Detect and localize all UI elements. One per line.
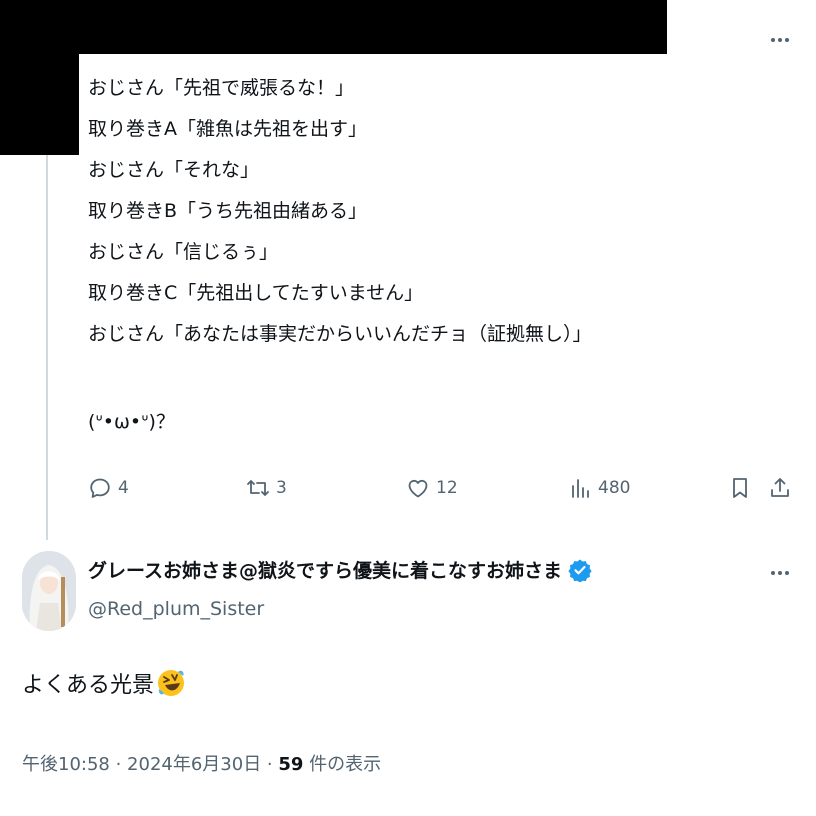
tweet-line: 取り巻きA「雑魚は先祖を出す」 <box>88 118 367 140</box>
redaction-bar-left <box>0 54 79 155</box>
share-button[interactable] <box>768 470 792 506</box>
tweet-body: おじさん「先祖で威張るな！」 取り巻きA「雑魚は先祖を出す」 おじさん「それな」… <box>88 68 592 355</box>
view-suffix: 件の表示 <box>303 754 382 775</box>
reply-more-options-button[interactable] <box>768 563 792 583</box>
tweet-actions: 4 3 12 480 <box>88 470 796 506</box>
retweet-count: 3 <box>276 478 287 498</box>
retweet-button[interactable]: 3 <box>246 470 287 506</box>
reply-button[interactable]: 4 <box>88 470 129 506</box>
more-icon <box>771 571 775 575</box>
reply-body: よくある光景 <box>22 667 186 699</box>
thread-line <box>46 155 48 540</box>
tweet-line: おじさん「信じるぅ」 <box>88 241 279 263</box>
tweet-line: おじさん「先祖で威張るな！」 <box>88 77 355 99</box>
tweet-line: おじさん「あなたは事実だからいいんだチョ（証拠無し）」 <box>88 323 592 345</box>
avatar[interactable] <box>22 551 76 631</box>
bookmark-button[interactable] <box>728 470 752 506</box>
reply-author[interactable]: グレースお姉さま@獄炎ですら優美に着こなすお姉さま <box>88 556 592 583</box>
handle[interactable]: @Red_plum_Sister <box>88 598 264 620</box>
like-icon <box>408 479 428 498</box>
more-options-button[interactable] <box>768 30 792 50</box>
views-icon <box>572 479 589 498</box>
view-count: 59 <box>278 754 304 775</box>
share-icon <box>771 478 789 497</box>
views-count: 480 <box>598 478 631 498</box>
redaction-bar-top <box>0 0 667 54</box>
reply-count: 4 <box>118 478 129 498</box>
tweet-meta: 午後10:58 · 2024年6月30日 · 59 件の表示 <box>22 750 381 776</box>
bookmark-icon <box>733 478 747 498</box>
reply-text: よくある光景 <box>22 673 155 698</box>
verified-badge-icon <box>568 559 592 582</box>
views-button[interactable]: 480 <box>568 470 630 506</box>
tweet-kaomoji: (ᐡ•ω•ᐡ)？ <box>88 411 175 433</box>
timestamp[interactable]: 午後10:58 · 2024年6月30日 · <box>22 754 278 775</box>
like-button[interactable]: 12 <box>406 470 458 506</box>
rolling-laughing-emoji <box>158 670 185 696</box>
like-count: 12 <box>436 478 458 498</box>
tweet-line: 取り巻きB「うち先祖由緒ある」 <box>88 200 368 222</box>
tweet-line: 取り巻きC「先祖出してたすいません」 <box>88 282 424 304</box>
more-icon <box>771 38 775 42</box>
display-name: グレースお姉さま@獄炎ですら優美に着こなすお姉さま <box>88 560 563 582</box>
retweet-icon <box>247 480 269 496</box>
reply-icon <box>90 478 110 498</box>
avatar-image <box>22 551 76 631</box>
tweet-line: おじさん「それな」 <box>88 159 260 181</box>
